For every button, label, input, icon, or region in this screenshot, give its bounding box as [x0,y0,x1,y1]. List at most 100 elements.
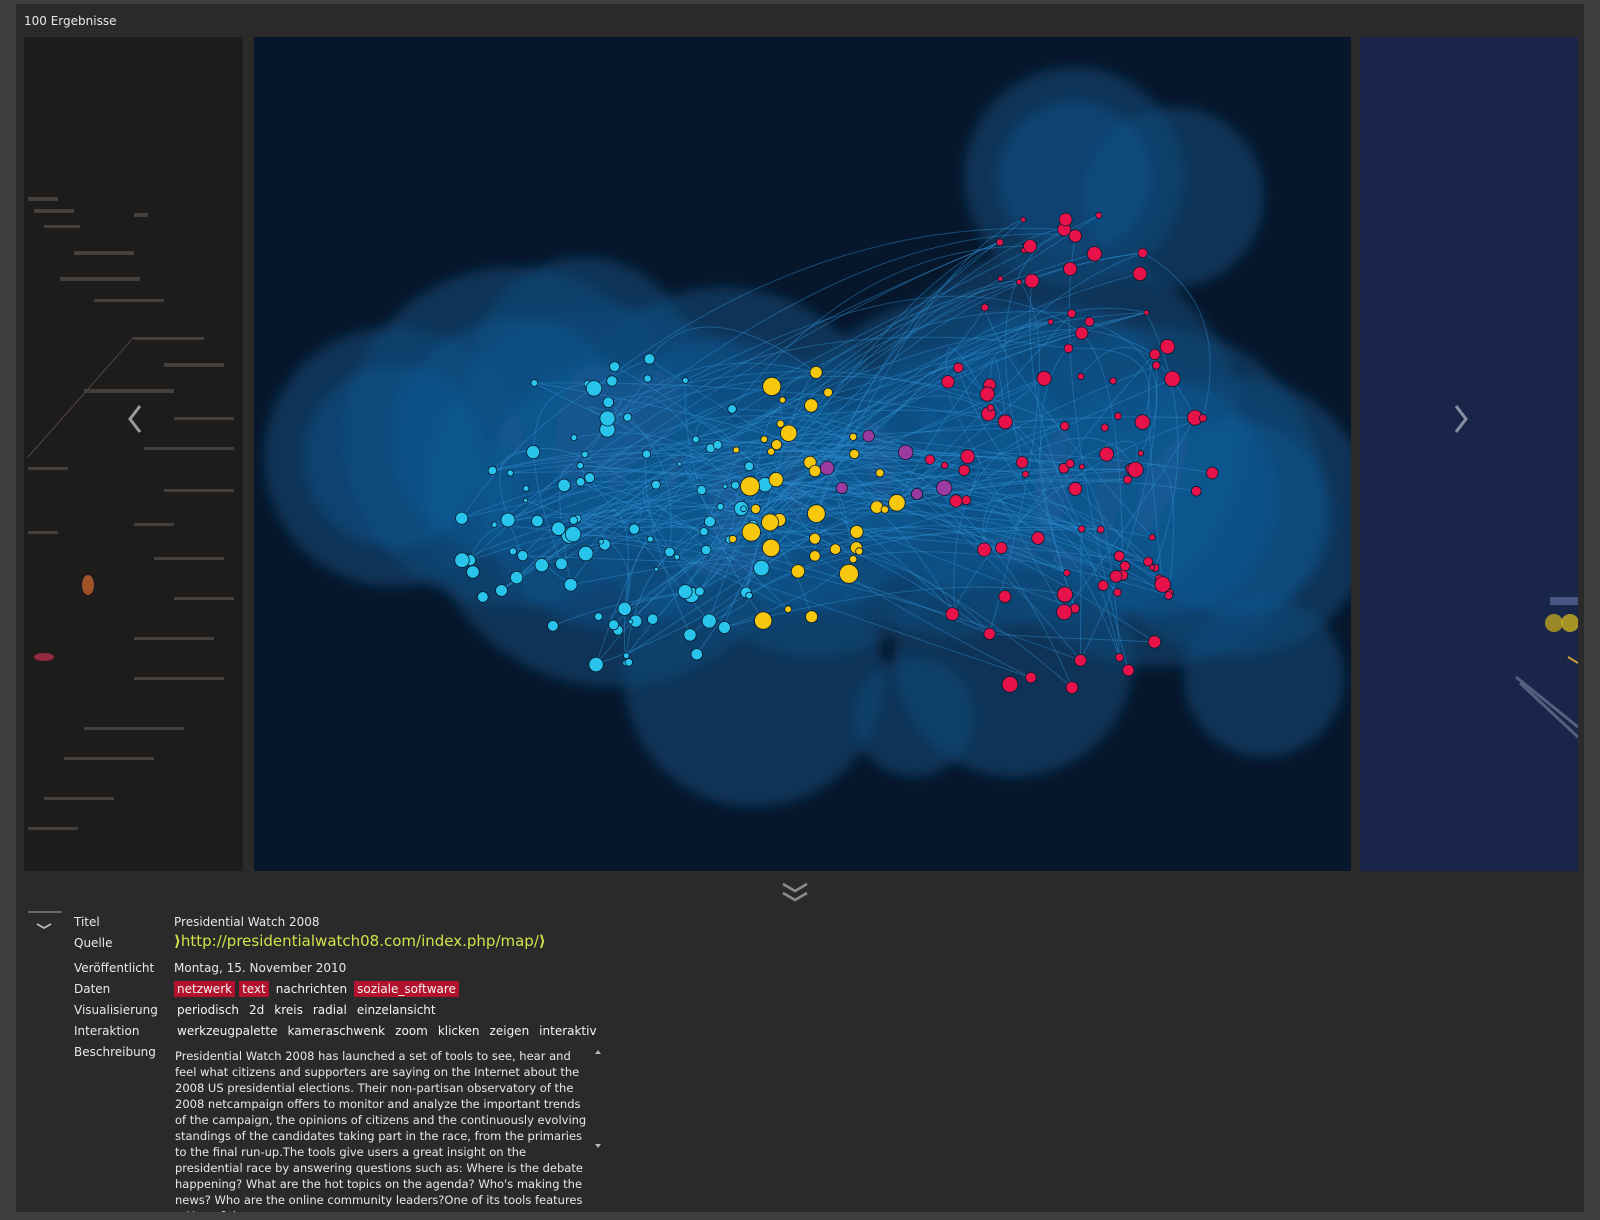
network-node [1123,475,1133,485]
network-node [602,396,615,409]
network-node [762,376,782,396]
network-node [1024,273,1040,289]
source-link-row: ⟩http://presidentialwatch08.com/index.ph… [174,932,546,950]
network-node [1086,246,1103,262]
network-node [958,464,971,477]
network-node [585,380,603,397]
network-node [564,525,582,543]
network-node [617,601,632,616]
network-node [1205,466,1219,480]
title-label: Titel [74,915,100,929]
network-node [466,565,480,579]
network-node [941,375,955,389]
source-link[interactable]: ⟩http://presidentialwatch08.com/index.ph… [174,932,546,950]
visualization-tag[interactable]: kreis [271,1002,306,1018]
interaction-tag[interactable]: kameraschwenk [284,1023,388,1039]
data-label: Daten [74,982,111,996]
network-node [526,445,541,460]
visualization-tag[interactable]: periodisch [174,1002,242,1018]
description-scrollbar[interactable] [592,1048,604,1152]
network-node [1065,681,1079,694]
network-node [551,521,566,536]
network-node [809,365,823,379]
network-node [819,460,835,476]
network-node [1056,586,1074,603]
network-node [784,605,792,613]
network-node [839,563,859,584]
network-node [1114,412,1122,421]
interaction-tag[interactable]: klicken [435,1023,483,1039]
network-node [555,557,568,571]
network-node [455,511,469,525]
network-node [575,477,586,487]
network-node [623,412,633,422]
results-count: 100 Ergebnisse [24,14,117,28]
network-node [960,449,975,464]
network-node [477,591,489,603]
network-node [761,513,779,532]
network-node [1084,316,1095,327]
network-node [694,586,705,597]
interaction-tag[interactable]: werkzeugpalette [174,1023,280,1039]
network-node [1021,470,1030,478]
data-tag[interactable]: soziale_software [354,981,459,997]
network-node [487,465,498,476]
chevron-right-icon[interactable] [1446,394,1476,458]
main-visualization-image[interactable] [254,37,1351,871]
network-node [1151,361,1161,370]
network-node [1159,338,1176,355]
network-node [730,480,740,490]
visualization-tag[interactable]: einzelansicht [354,1002,439,1018]
network-node [1109,569,1123,583]
interaction-tag[interactable]: interaktiv [536,1023,599,1039]
source-label: Quelle [74,936,113,950]
network-node [717,621,731,634]
interaction-tag[interactable]: zoom [392,1023,431,1039]
network-node [1109,377,1117,385]
network-map-image [264,67,1351,807]
data-tag[interactable]: netzwerk [174,981,236,997]
network-node [1068,229,1083,243]
visualization-tag[interactable]: radial [310,1002,350,1018]
network-node [771,439,783,451]
chevron-down-icon[interactable] [26,910,62,940]
network-node [581,450,589,458]
network-node [953,362,964,374]
network-node [949,494,963,508]
network-node [776,419,785,428]
network-node [744,461,755,472]
data-tag[interactable]: nachrichten [273,981,350,997]
network-node [829,543,842,555]
network-node [696,485,707,496]
network-node [646,535,654,543]
network-node [523,497,529,503]
network-node [1023,239,1038,254]
gallery-panel: 100 Ergebnisse Titel Presidential Watch … [16,4,1584,1212]
network-node [849,555,858,564]
network-node [517,550,529,562]
double-chevron-down-icon[interactable] [780,880,810,906]
network-node [1020,216,1027,223]
network-node [740,505,747,513]
data-tag[interactable]: text [239,981,269,997]
network-node [855,547,864,556]
visualization-tag[interactable]: 2d [246,1002,267,1018]
network-node [530,379,539,387]
network-node [790,564,806,579]
network-node [712,440,723,450]
network-node [1063,569,1071,577]
network-node [703,515,716,528]
title-value: Presidential Watch 2008 [174,915,320,929]
triangle-up-icon[interactable] [595,1050,601,1054]
network-node [1036,370,1052,386]
triangle-down-icon[interactable] [595,1144,601,1148]
chevron-left-icon[interactable] [120,394,150,458]
interaction-tag[interactable]: zeigen [487,1023,533,1039]
network-node [998,590,1012,604]
network-node [531,514,544,528]
network-node [1113,588,1122,597]
network-node [643,353,656,365]
network-node [741,522,761,542]
network-node [1015,456,1029,469]
network-node [676,461,682,467]
